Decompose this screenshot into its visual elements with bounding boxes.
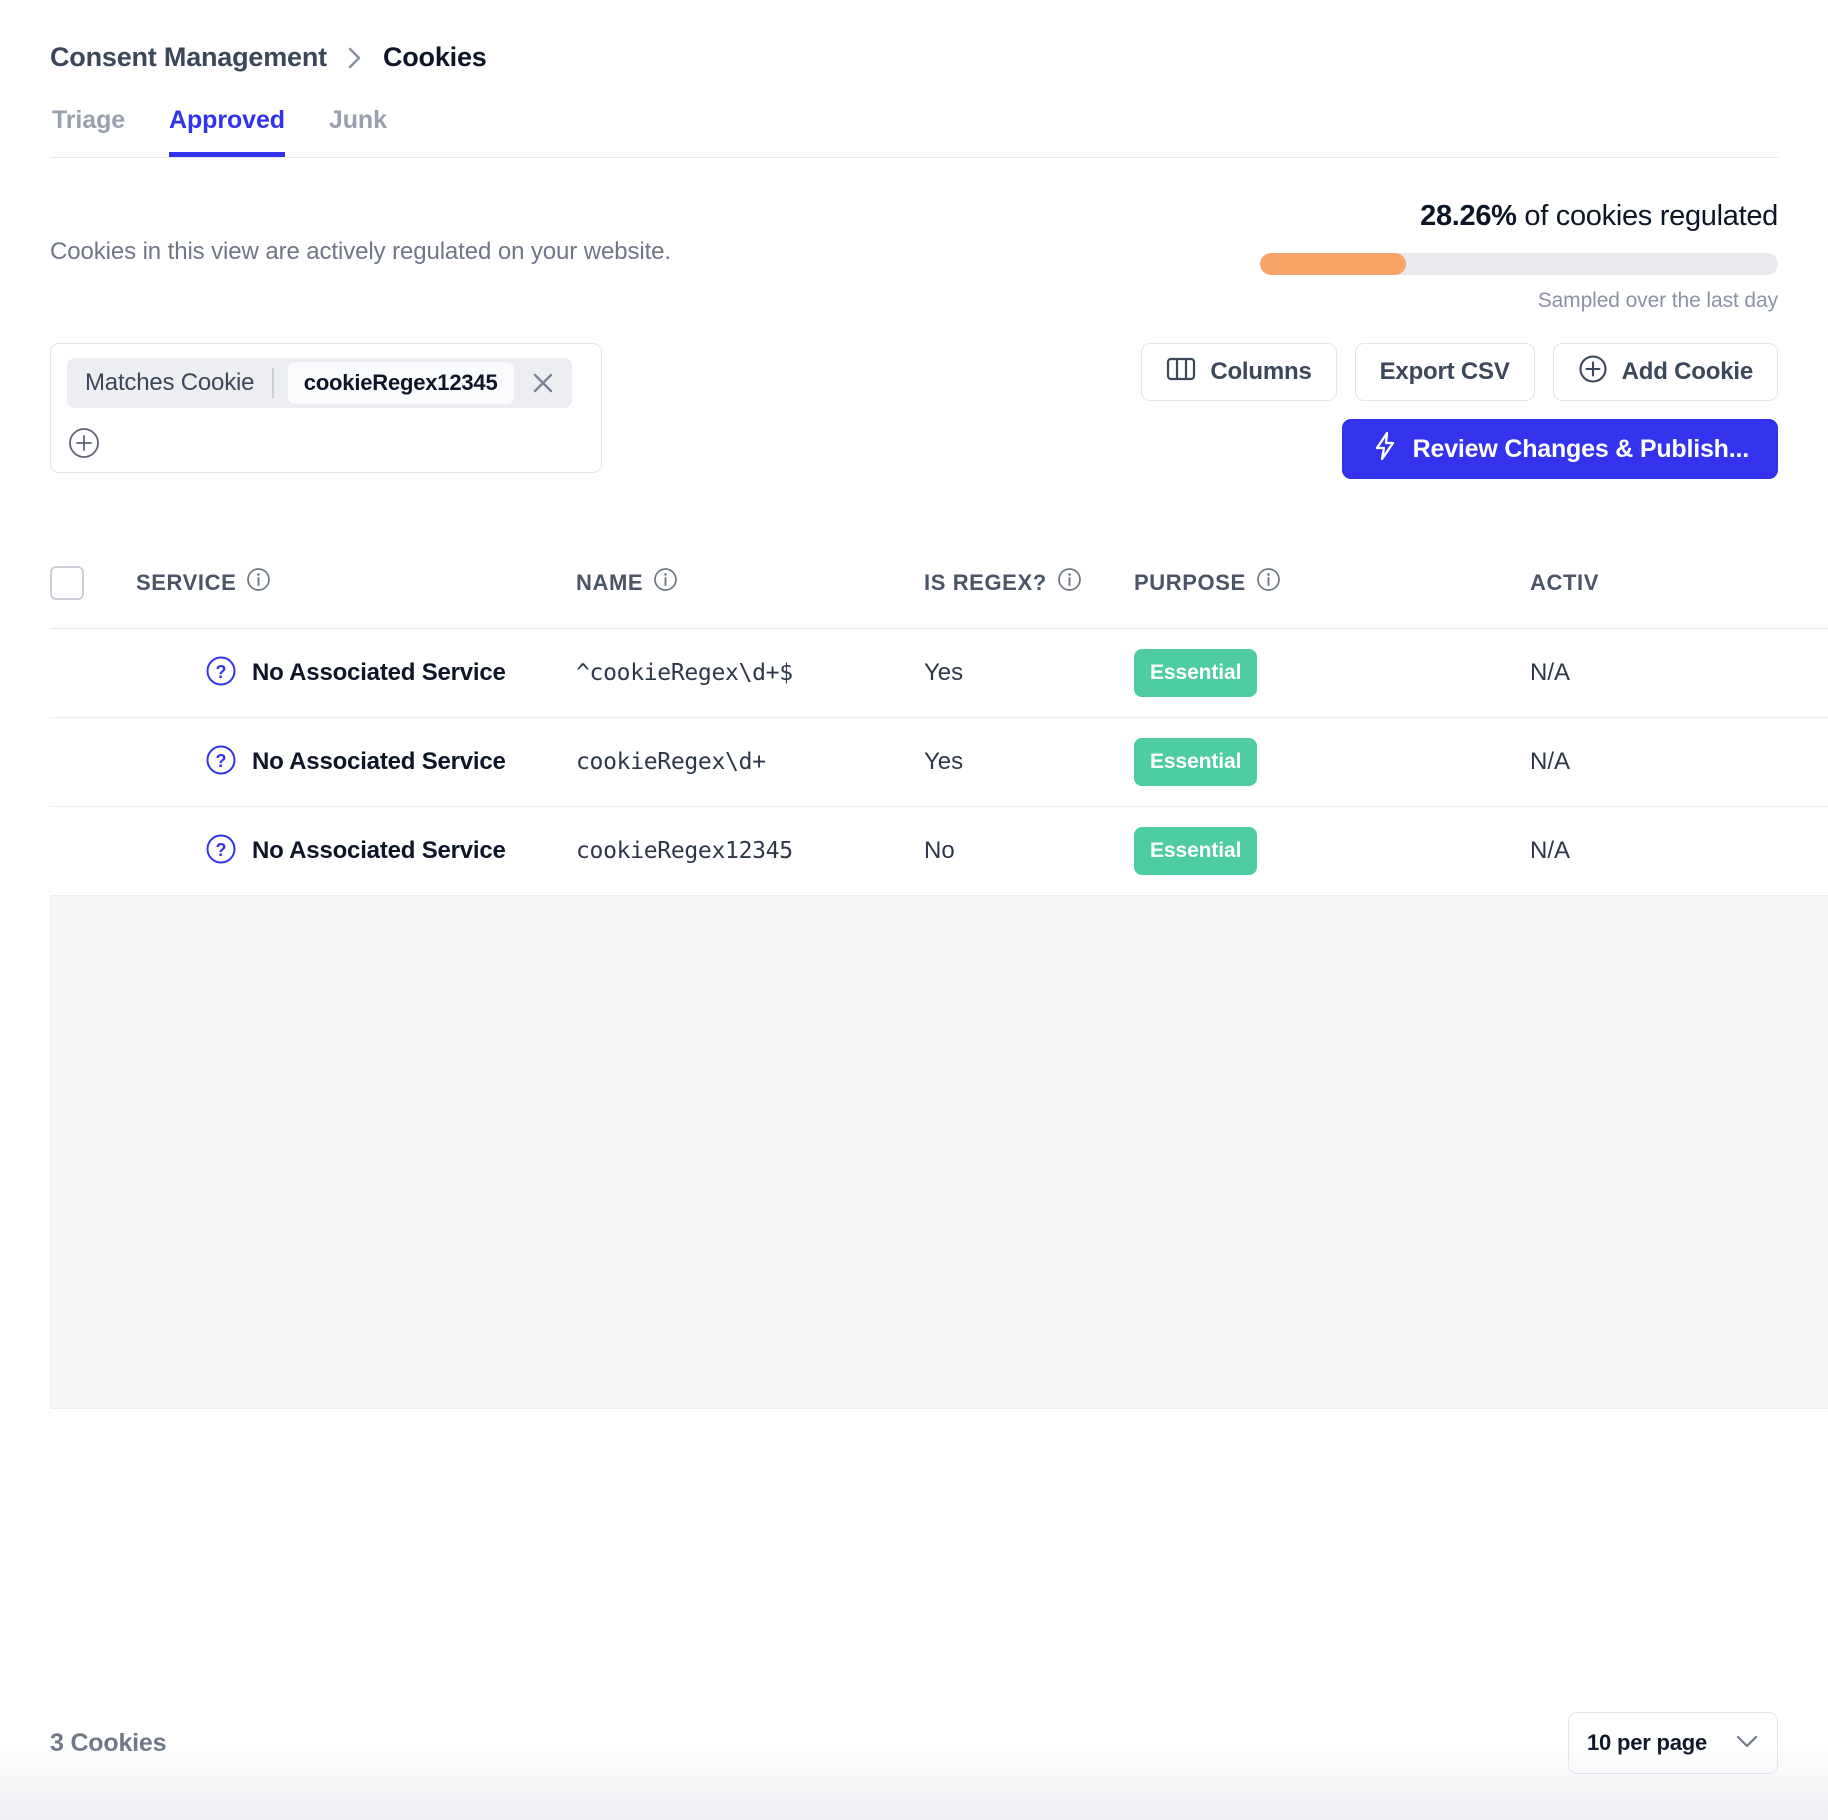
- columns-icon: [1166, 356, 1196, 389]
- column-header-is-regex-label: IS REGEX?: [924, 569, 1047, 595]
- regulated-progress-bar: [1260, 253, 1778, 275]
- status-badge: Essential: [1134, 649, 1258, 697]
- add-cookie-button-label: Add Cookie: [1621, 358, 1754, 385]
- close-icon[interactable]: [528, 368, 558, 398]
- row-service-cell: ? No Associated Service: [136, 743, 576, 782]
- question-mark-icon: ?: [204, 832, 238, 871]
- row-service-cell: ? No Associated Service: [136, 654, 576, 693]
- chevron-right-icon: [344, 45, 366, 71]
- status-badge: Essential: [1134, 738, 1258, 786]
- row-service-cell: ? No Associated Service: [136, 832, 576, 871]
- regulated-headline: 28.26% of cookies regulated: [1260, 200, 1778, 233]
- columns-button-label: Columns: [1210, 358, 1312, 385]
- row-is-regex-cell: No: [924, 837, 955, 864]
- row-service-label: No Associated Service: [252, 837, 506, 864]
- plus-circle-icon: [1578, 354, 1608, 391]
- question-mark-icon: ?: [204, 654, 238, 693]
- cookies-page: Consent Management Cookies Triage Approv…: [0, 0, 1828, 1820]
- regulated-progress-fill: [1260, 253, 1407, 275]
- row-service-label: No Associated Service: [252, 659, 506, 686]
- per-page-label: 10 per page: [1587, 1730, 1708, 1755]
- sample-caption: Sampled over the last day: [1537, 289, 1778, 312]
- info-icon[interactable]: [246, 567, 271, 598]
- table-footer: 3 Cookies 10 per page: [50, 1712, 1778, 1774]
- row-active-cell: N/A: [1530, 748, 1571, 775]
- breadcrumb-current: Cookies: [382, 42, 487, 72]
- filter-chip-label: Matches Cookie: [85, 369, 255, 396]
- tab-triage[interactable]: Triage: [52, 106, 125, 157]
- row-name-cell: cookieRegex\d+: [576, 749, 766, 775]
- row-purpose-cell: Essential: [1134, 827, 1530, 875]
- columns-button[interactable]: Columns: [1141, 343, 1337, 401]
- chevron-down-icon: [1733, 1731, 1761, 1756]
- regulated-stats: 28.26% of cookies regulated Sampled over…: [1260, 200, 1778, 313]
- regulated-suffix: of cookies regulated: [1516, 200, 1778, 232]
- question-mark-icon: ?: [204, 743, 238, 782]
- controls-row: Matches Cookie cookieRegex12345 Columns …: [50, 343, 1778, 479]
- intro-row: Cookies in this view are actively regula…: [50, 200, 1778, 313]
- filter-chip-value[interactable]: cookieRegex12345: [287, 362, 514, 404]
- row-purpose-cell: Essential: [1134, 649, 1530, 697]
- tab-approved[interactable]: Approved: [169, 106, 285, 157]
- row-purpose-cell: Essential: [1134, 738, 1530, 786]
- column-header-purpose-label: PURPOSE: [1134, 569, 1246, 595]
- tab-junk[interactable]: Junk: [329, 106, 387, 157]
- column-header-active[interactable]: ACTIV: [1530, 570, 1828, 596]
- table-row[interactable]: ? No Associated Service ^cookieRegex\d+$…: [50, 629, 1828, 718]
- filter-chip[interactable]: Matches Cookie cookieRegex12345: [67, 358, 572, 408]
- table-row[interactable]: ? No Associated Service cookieRegex12345…: [50, 807, 1828, 896]
- row-is-regex-cell: Yes: [924, 748, 964, 775]
- table-row[interactable]: ? No Associated Service cookieRegex\d+ Y…: [50, 718, 1828, 807]
- table-actions: Columns Export CSV Add Cookie Review Cha…: [1141, 343, 1778, 479]
- svg-text:?: ?: [216, 840, 227, 860]
- column-header-name[interactable]: NAME: [576, 567, 924, 598]
- filter-chip-divider: [272, 368, 274, 398]
- regulated-percent: 28.26%: [1420, 200, 1517, 232]
- info-icon[interactable]: [1057, 567, 1082, 598]
- row-active-cell: N/A: [1530, 659, 1571, 686]
- select-all-cell: [50, 565, 136, 600]
- review-publish-button-label: Review Changes & Publish...: [1412, 434, 1750, 463]
- breadcrumb: Consent Management Cookies: [50, 0, 1778, 73]
- secondary-actions: Columns Export CSV Add Cookie: [1141, 343, 1778, 401]
- cookies-table: SERVICE NAME IS REGEX? PURPOSE ACTIV ? N…: [50, 537, 1828, 1409]
- export-csv-button[interactable]: Export CSV: [1354, 343, 1535, 401]
- status-badge: Essential: [1134, 827, 1258, 875]
- per-page-select[interactable]: 10 per page: [1568, 1712, 1778, 1774]
- review-publish-button[interactable]: Review Changes & Publish...: [1341, 419, 1778, 479]
- add-filter-button[interactable]: [67, 426, 101, 460]
- info-icon[interactable]: [1256, 567, 1281, 598]
- table-empty-area: [50, 896, 1828, 1409]
- row-name-cell: ^cookieRegex\d+$: [576, 660, 793, 686]
- view-description: Cookies in this view are actively regula…: [50, 238, 671, 265]
- svg-text:?: ?: [216, 662, 227, 682]
- column-header-name-label: NAME: [576, 569, 644, 595]
- column-header-purpose[interactable]: PURPOSE: [1134, 567, 1530, 598]
- column-header-service[interactable]: SERVICE: [136, 567, 576, 598]
- breadcrumb-root[interactable]: Consent Management: [50, 42, 327, 73]
- column-header-active-label: ACTIV: [1530, 569, 1599, 595]
- column-header-service-label: SERVICE: [136, 569, 237, 595]
- lightning-bolt-icon: [1371, 430, 1399, 469]
- row-service-label: No Associated Service: [252, 748, 506, 775]
- info-icon[interactable]: [653, 567, 678, 598]
- tab-bar: Triage Approved Junk: [50, 106, 1778, 158]
- cookie-count-label: 3 Cookies: [50, 1728, 167, 1757]
- add-cookie-button[interactable]: Add Cookie: [1552, 343, 1778, 401]
- row-name-cell: cookieRegex12345: [576, 838, 793, 864]
- svg-text:?: ?: [216, 751, 227, 771]
- export-csv-button-label: Export CSV: [1379, 358, 1510, 385]
- filter-panel: Matches Cookie cookieRegex12345: [50, 343, 602, 473]
- row-active-cell: N/A: [1530, 837, 1571, 864]
- row-is-regex-cell: Yes: [924, 659, 964, 686]
- select-all-checkbox[interactable]: [50, 565, 84, 600]
- column-header-is-regex[interactable]: IS REGEX?: [924, 567, 1134, 598]
- table-header-row: SERVICE NAME IS REGEX? PURPOSE ACTIV: [50, 537, 1828, 629]
